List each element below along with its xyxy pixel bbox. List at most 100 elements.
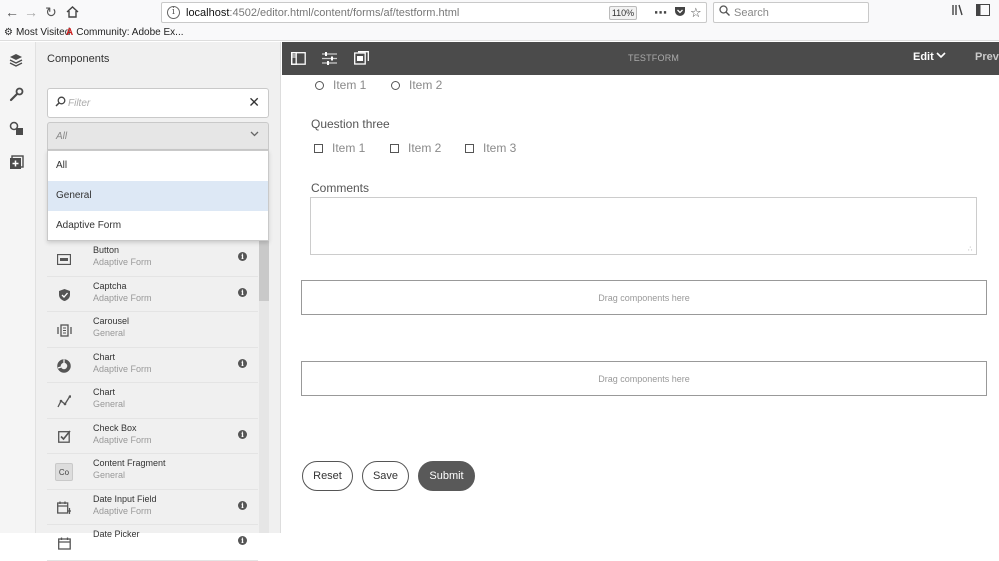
bookmark-most-visited[interactable]: ⚙ Most Visited	[4, 27, 70, 38]
add-component-icon[interactable]	[5, 151, 27, 173]
list-item[interactable]: Chart General	[47, 383, 258, 419]
component-group: General	[93, 328, 126, 338]
chevron-down-icon[interactable]	[936, 50, 946, 62]
pocket-icon[interactable]	[674, 5, 686, 20]
wrench-icon[interactable]	[5, 83, 27, 105]
content-fragment-icon: Co	[55, 463, 73, 481]
toggle-side-panel-icon[interactable]	[288, 48, 308, 68]
group-dropdown-list: All General Adaptive Form	[47, 150, 269, 241]
adobe-logo-icon: A	[66, 27, 74, 38]
resize-grip-icon[interactable]: ∴	[968, 246, 972, 253]
info-icon[interactable]: i	[238, 252, 247, 261]
component-group: Adaptive Form	[93, 363, 152, 374]
preview-button[interactable]: Previ	[975, 51, 999, 63]
page-title: TESTFORM	[628, 53, 680, 63]
component-group: General	[93, 470, 126, 480]
checkbox-icon	[55, 428, 73, 446]
group-option-all[interactable]: All	[48, 151, 268, 181]
checkbox-option[interactable]: Item 2	[390, 141, 441, 155]
browser-search-box[interactable]	[713, 2, 869, 23]
bookmark-community[interactable]: A Community: Adobe Ex...	[66, 27, 184, 38]
list-item[interactable]: Button Adaptive Form i	[47, 241, 258, 277]
side-rail	[0, 42, 36, 533]
layers-icon[interactable]	[5, 49, 27, 71]
donut-chart-icon	[55, 357, 73, 375]
info-icon[interactable]: i	[238, 429, 247, 439]
line-chart-icon	[55, 392, 73, 410]
radio-button[interactable]	[391, 81, 400, 90]
calendar-input-icon	[55, 499, 73, 517]
drop-zone[interactable]: Drag components here	[301, 280, 987, 315]
comments-textarea[interactable]	[310, 197, 977, 255]
list-item[interactable]: Date Input Field Adaptive Form i	[47, 490, 258, 525]
radio-option[interactable]: Item 1	[315, 78, 366, 92]
url-bar[interactable]: i localhost:4502/editor.html/content/for…	[161, 2, 707, 23]
radio-button[interactable]	[315, 81, 324, 90]
component-group: Adaptive Form	[93, 434, 152, 445]
list-item[interactable]: Captcha Adaptive Form i	[47, 277, 258, 312]
form-canvas: Item 1 Item 2 Question three Item 1 Item…	[282, 75, 999, 533]
library-icon[interactable]	[952, 4, 965, 19]
list-item[interactable]: Check Box Adaptive Form i	[47, 419, 258, 454]
info-icon[interactable]: i	[238, 536, 247, 545]
save-button[interactable]: Save	[362, 461, 409, 491]
group-select[interactable]: All	[47, 122, 269, 150]
component-name: Content Fragment	[93, 458, 166, 468]
bookmark-star-icon[interactable]: ☆	[690, 5, 702, 21]
component-name: Chart	[93, 351, 116, 362]
list-item[interactable]: Carousel General	[47, 312, 258, 348]
zoom-level-badge[interactable]: 110%	[609, 6, 637, 20]
checkbox-option[interactable]: Item 3	[465, 141, 516, 155]
browser-toolbar: ← → ↻ i localhost:4502/editor.html/conte…	[0, 0, 999, 25]
forward-arrow-icon[interactable]: →	[22, 3, 40, 21]
group-option-adaptive-form[interactable]: Adaptive Form	[48, 211, 268, 241]
checkbox-option[interactable]: Item 1	[314, 141, 365, 155]
drop-zone[interactable]: Drag components here	[301, 361, 987, 396]
component-name: Date Picker	[93, 529, 140, 539]
component-name: Button	[93, 245, 120, 255]
close-icon[interactable]: ✕	[248, 94, 260, 111]
component-list-scrollbar[interactable]	[259, 241, 269, 533]
list-item[interactable]: Date Picker i	[47, 525, 258, 561]
filter-field[interactable]: ✕	[47, 88, 269, 118]
sidebars-icon[interactable]	[976, 4, 990, 19]
list-item[interactable]: Co Content Fragment General	[47, 454, 258, 490]
checkbox[interactable]	[390, 144, 399, 153]
panel-title: Components	[47, 53, 110, 65]
component-group: General	[93, 399, 126, 409]
radio-option[interactable]: Item 2	[391, 78, 442, 92]
component-name: Captcha	[93, 280, 127, 291]
back-arrow-icon[interactable]: ←	[3, 3, 21, 21]
home-icon[interactable]	[63, 3, 81, 21]
question-label: Question three	[311, 117, 390, 131]
info-icon[interactable]: i	[238, 358, 247, 368]
component-list: Button Adaptive Form i Captcha Adaptive …	[47, 241, 258, 561]
mode-selector[interactable]: Edit	[913, 51, 934, 63]
checkbox[interactable]	[465, 144, 474, 153]
chevron-down-icon	[250, 129, 259, 140]
browser-search-input[interactable]	[734, 5, 864, 20]
properties-sliders-icon[interactable]	[319, 48, 339, 68]
reload-icon[interactable]: ↻	[42, 3, 60, 21]
info-icon[interactable]: i	[238, 287, 247, 297]
page-structure-icon[interactable]	[351, 48, 371, 68]
carousel-icon	[55, 321, 73, 339]
info-icon[interactable]: i	[238, 500, 247, 510]
reset-button[interactable]: Reset	[302, 461, 353, 491]
submit-button[interactable]: Submit	[418, 461, 475, 491]
component-name: Carousel	[93, 316, 130, 326]
assets-icon[interactable]	[5, 117, 27, 139]
checkbox[interactable]	[314, 144, 323, 153]
list-item[interactable]: Chart Adaptive Form i	[47, 348, 258, 383]
component-name: Check Box	[93, 422, 137, 433]
bookmarks-toolbar: ⚙ Most Visited A Community: Adobe Ex...	[0, 25, 999, 41]
site-info-icon[interactable]: i	[167, 6, 180, 19]
filter-input[interactable]	[68, 96, 238, 110]
component-name: Chart	[93, 387, 116, 397]
page-actions-icon[interactable]: ⋯	[654, 5, 667, 21]
group-option-general[interactable]: General	[48, 181, 268, 211]
editor-toolbar: TESTFORM Edit Previ	[282, 42, 999, 75]
url-text: localhost:4502/editor.html/content/forms…	[186, 7, 460, 19]
component-group: Adaptive Form	[93, 292, 152, 303]
scrollbar-thumb[interactable]	[259, 241, 269, 301]
